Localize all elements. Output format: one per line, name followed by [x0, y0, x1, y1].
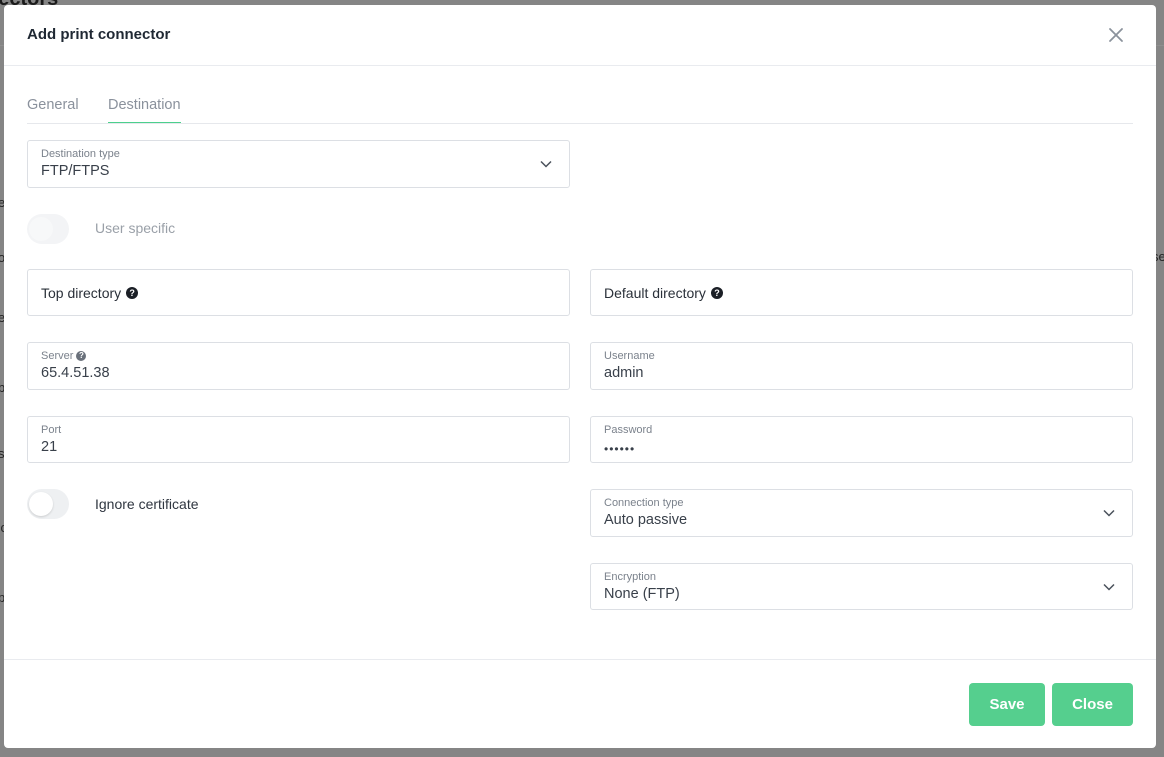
chevron-down-icon [540, 160, 552, 168]
default-directory-field[interactable]: Default directory ? [590, 269, 1133, 316]
add-print-connector-dialog: Add print connector General Destination … [4, 5, 1156, 748]
password-value: •••••• [604, 442, 636, 456]
toggle-knob [29, 492, 53, 516]
destination-type-select[interactable]: Destination type FTP/FTPS [27, 140, 570, 188]
ignore-certificate-toggle[interactable] [27, 489, 69, 519]
close-button[interactable]: Close [1052, 683, 1133, 726]
help-icon[interactable]: ? [126, 287, 139, 299]
dialog-header: Add print connector [4, 5, 1156, 66]
help-icon[interactable]: ? [710, 287, 723, 299]
chevron-down-icon [1103, 583, 1115, 591]
port-label: Port [41, 424, 62, 436]
dialog-title: Add print connector [27, 26, 171, 43]
password-label: Password [604, 424, 653, 436]
password-field[interactable]: Password •••••• [590, 416, 1133, 463]
toggle-knob [29, 217, 53, 241]
server-label: Server [41, 350, 74, 362]
server-label-row: Server ? [41, 350, 87, 362]
server-field[interactable]: Server ? 65.4.51.38 [27, 342, 570, 390]
default-directory-label: Default directory [604, 285, 706, 301]
top-directory-label-row: Top directory ? [41, 285, 139, 301]
username-value: admin [604, 365, 644, 381]
user-specific-label: User specific [95, 220, 176, 236]
tab-general[interactable]: General [27, 97, 79, 122]
close-icon[interactable] [1107, 26, 1125, 44]
port-value: 21 [41, 439, 58, 455]
top-directory-label: Top directory [41, 285, 122, 301]
username-field[interactable]: Username admin [590, 342, 1133, 390]
encryption-select[interactable]: Encryption None (FTP) [590, 563, 1133, 610]
encryption-value: None (FTP) [604, 586, 680, 602]
connection-type-select[interactable]: Connection type Auto passive [590, 489, 1133, 537]
help-icon[interactable]: ? [76, 351, 87, 361]
ignore-certificate-label: Ignore certificate [95, 496, 199, 512]
tab-bar: General Destination [27, 93, 1133, 124]
default-directory-label-row: Default directory ? [604, 285, 723, 301]
save-button[interactable]: Save [969, 683, 1045, 726]
tab-destination[interactable]: Destination [108, 97, 181, 123]
footer-divider [4, 659, 1156, 660]
destination-type-label: Destination type [41, 148, 120, 160]
encryption-label: Encryption [604, 571, 656, 583]
connection-type-label: Connection type [604, 497, 684, 509]
user-specific-toggle[interactable] [27, 214, 69, 244]
top-directory-field[interactable]: Top directory ? [27, 269, 570, 316]
port-field[interactable]: Port 21 [27, 416, 570, 463]
chevron-down-icon [1103, 509, 1115, 517]
destination-type-value: FTP/FTPS [41, 163, 110, 179]
server-value: 65.4.51.38 [41, 365, 110, 381]
connection-type-value: Auto passive [604, 512, 688, 528]
username-label: Username [604, 350, 655, 362]
